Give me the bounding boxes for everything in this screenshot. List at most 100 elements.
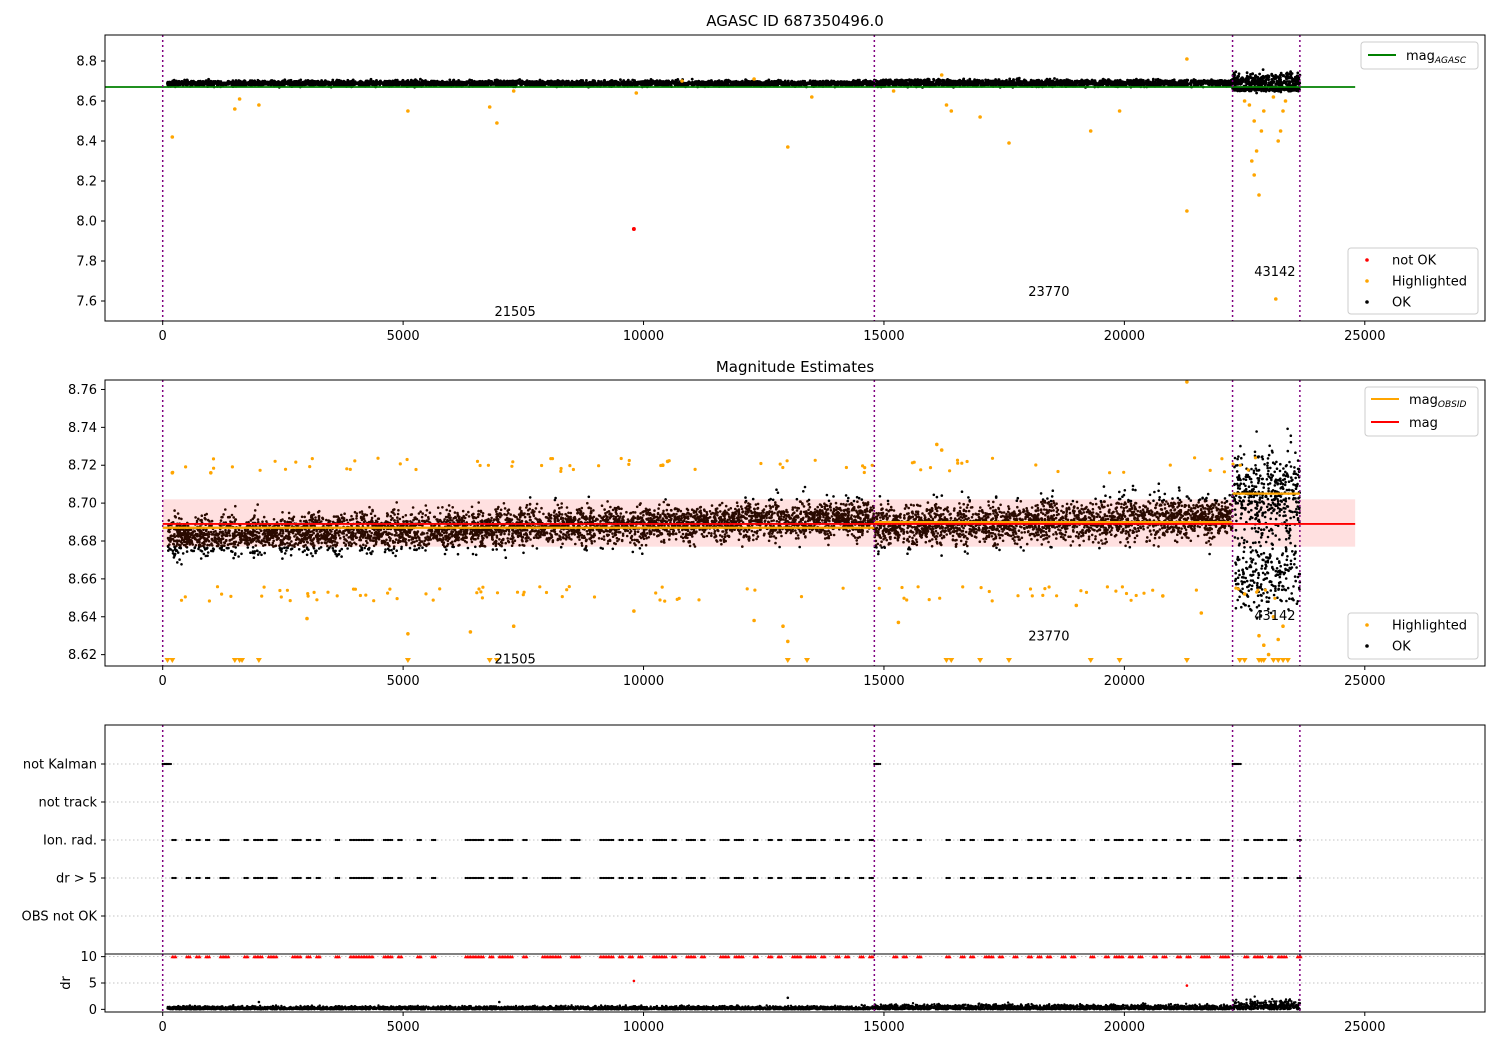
ok-point [523,81,526,84]
ok-point [667,79,670,83]
ok-point [323,83,327,87]
ok-point [412,79,415,83]
ok-point [273,82,277,86]
ok-point [561,81,564,85]
ok-point [394,80,398,84]
ok-point [581,82,584,86]
ok-point [451,83,455,86]
ok-point [534,82,538,86]
ok-point [479,82,482,85]
ok-point [490,82,494,85]
ok-point [641,83,645,86]
ok-point [284,80,288,84]
ok-point [714,81,718,85]
ok-point [699,80,703,84]
ok-point [295,80,299,84]
ok-point [323,80,327,84]
ok-point [295,83,298,87]
ok-point [692,82,696,86]
ok-point [338,82,341,86]
ok-point [572,83,575,87]
ok-point [740,82,744,86]
ok-point [475,82,479,86]
plot-title: AGASC ID 687350496.0 [706,12,884,30]
ok-point [454,80,457,84]
ok-point [457,79,460,82]
ok-point [372,81,376,85]
ok-point [796,82,800,86]
ok-point [217,82,221,85]
ok-point [751,82,755,86]
ok-point [403,81,407,85]
ok-point [681,82,685,86]
ok-point [697,83,701,86]
ok-point [593,81,597,85]
ok-point [862,81,866,85]
ok-point [387,79,391,83]
ok-point [1053,77,1056,80]
ok-point [612,82,616,86]
ok-point [445,81,449,85]
ok-point [567,81,571,85]
ok-point [183,78,187,82]
ok-point [849,81,853,85]
ok-point [547,80,551,84]
ok-point [351,81,355,85]
ok-point [658,83,662,87]
ok-point [512,79,516,83]
ok-point [628,83,632,87]
ok-point [670,81,674,85]
ok-point [434,81,438,85]
ok-point [607,82,611,86]
ok-point [825,81,828,85]
ok-point [449,83,452,87]
ok-point [326,82,330,86]
ok-point [270,81,273,85]
ok-point [171,82,175,85]
ok-point [830,81,834,85]
ok-point [318,82,322,86]
ok-point [198,83,202,87]
ok-point [431,83,435,86]
ok-point [641,80,645,84]
ok-point [207,77,211,81]
ok-point [519,82,523,85]
ok-point [198,79,202,83]
ok-point [205,83,209,86]
ok-point [495,82,498,86]
ok-point [202,81,206,85]
ok-point [777,79,780,83]
ok-point [661,83,664,87]
ok-point [195,81,198,84]
ok-point [250,82,253,85]
ok-point [267,81,271,85]
ok-point [420,79,424,82]
ok-point [468,82,472,86]
ok-point [579,79,583,82]
ok-point [425,80,429,84]
ok-point [335,78,339,82]
chart-canvas: AGASC ID 687350496.02150523770431420 5000… [0,0,1500,1050]
ok-point [619,78,622,81]
ok-point [508,79,512,83]
ok-point [575,79,579,83]
ok-point [786,81,789,85]
ok-point [509,82,512,86]
ok-point [650,79,654,83]
ok-point [654,82,658,85]
ok-point [189,81,192,85]
ok-point [226,81,229,85]
ok-point [575,83,578,86]
ok-point [314,83,317,86]
ok-point [243,79,246,82]
ok-point [425,83,428,86]
ok-point [644,82,648,86]
ok-point [351,78,355,82]
figure: AGASC ID 687350496.0 21505 23770 43142 0 5000… [0,0,1500,1050]
ok-point [438,80,441,84]
ok-point [820,81,824,84]
ok-point [457,82,460,86]
ok-point [782,83,786,86]
ok-point [186,79,189,82]
ok-point [659,79,662,83]
